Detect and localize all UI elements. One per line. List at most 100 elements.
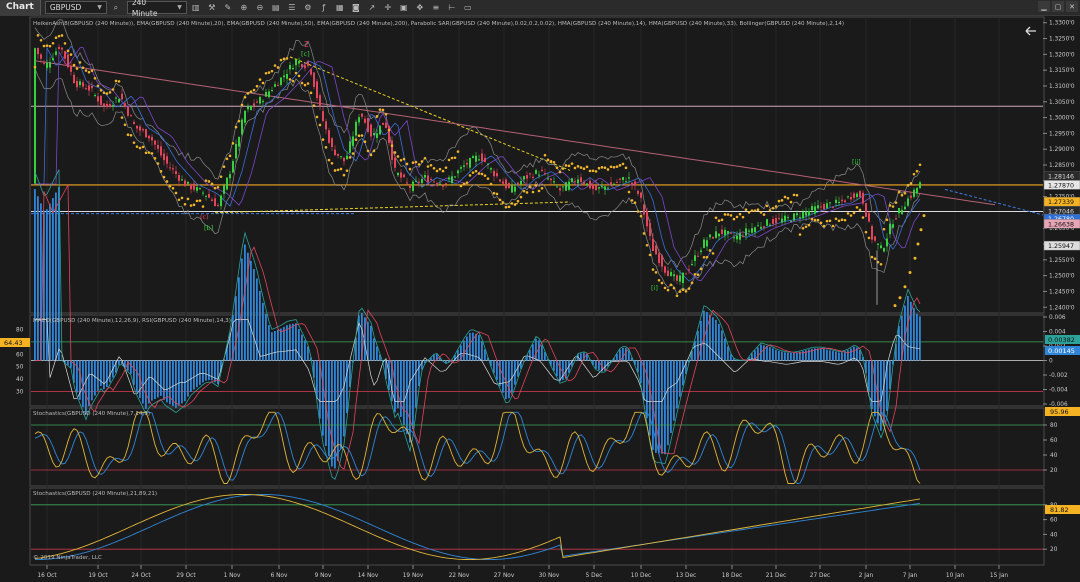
search-icon[interactable]: ⌕ (109, 1, 123, 15)
pan-icon[interactable]: ✥ (413, 1, 427, 15)
zoom-in-icon[interactable]: ⊕ (237, 1, 251, 15)
sar-dot (516, 199, 520, 203)
sar-dot (576, 164, 580, 168)
candle-body (202, 192, 204, 194)
candle-body (808, 211, 810, 216)
sar-dot (768, 209, 772, 212)
candle-body (835, 199, 837, 203)
candle-body (328, 130, 330, 143)
sar-dot (153, 157, 157, 160)
macd-hist-bar (868, 360, 870, 392)
candle-body (916, 187, 918, 194)
candle-body (439, 183, 441, 185)
candle-body (457, 170, 459, 174)
candle-body (46, 62, 48, 68)
sar-dot (741, 215, 745, 219)
stoch1-panel-title: Stochastics(GBPUSD (240 Minute),7,14,3) (33, 411, 150, 417)
candle-body (298, 61, 300, 64)
grid-icon[interactable]: ▦ (333, 1, 347, 15)
candle-body (730, 232, 732, 234)
chart-tab-label[interactable]: Chart (0, 0, 41, 15)
macd-hist-bar (727, 346, 729, 361)
macd-hist-bar (97, 360, 99, 391)
candle-body (469, 158, 471, 168)
sar-dot (723, 213, 727, 216)
sar-dot (360, 134, 364, 137)
draw-icon[interactable]: ⚒ (205, 1, 219, 15)
candle-body (34, 48, 36, 184)
data-box-icon[interactable]: ▣ (397, 1, 411, 15)
time-tick-label: 9 Nov (315, 573, 332, 579)
candle-body (310, 68, 312, 75)
pencil-icon[interactable]: ✎ (221, 1, 235, 15)
sar-dot (870, 255, 874, 259)
indicators-icon[interactable]: ƒ (317, 1, 331, 15)
candle-body (622, 177, 624, 181)
time-tick-label: 14 Nov (358, 573, 379, 579)
macd-hist-bar (244, 244, 246, 361)
candle-body (847, 196, 849, 198)
macd-tick-label: 0.006 (1049, 315, 1066, 321)
macd-hist-bar (772, 348, 774, 361)
candle-body (214, 198, 216, 207)
price-badge-text: 1.28146 (1048, 174, 1074, 181)
sar-dot (318, 123, 322, 127)
macd-hist-bar (679, 360, 681, 397)
back-arrow-icon[interactable] (1025, 26, 1036, 36)
chart-canvas[interactable]: HeikenAshi8(GBPUSD (240 Minute)), EMA(GB… (0, 16, 1080, 582)
candle-body (775, 217, 777, 224)
share-icon[interactable]: ↗ (365, 1, 379, 15)
sar-dot (555, 166, 559, 169)
macd-hist-bar (640, 360, 642, 384)
close-icon[interactable]: ✕ (1066, 1, 1078, 12)
candle-body (265, 91, 267, 97)
macd-hist-bar (286, 325, 288, 361)
sar-dot (696, 273, 700, 277)
list-icon[interactable]: ≡ (429, 1, 443, 15)
price-panel (31, 19, 1044, 308)
candle-body (373, 133, 375, 136)
stoch1-panel (31, 411, 1043, 484)
candle-body (241, 119, 243, 135)
candle-body (751, 228, 753, 233)
macd-hist-bar (85, 360, 87, 415)
zoom-out-icon[interactable]: ⊖ (253, 1, 267, 15)
sar-dot (477, 172, 481, 175)
sar-dot (828, 219, 832, 223)
candle-body (676, 275, 678, 281)
candle-body (607, 187, 609, 189)
calendar-icon[interactable]: ▭ (461, 1, 475, 15)
ruler-icon[interactable]: ⊢ (445, 1, 459, 15)
sar-dot (351, 152, 355, 155)
candle-body (124, 103, 126, 107)
strategy-icon[interactable]: ⚙ (301, 1, 315, 15)
bar-type-icon[interactable]: ▥ (189, 1, 203, 15)
interval-selector[interactable]: 240 Minute ▼ (126, 0, 187, 18)
sar-dot (228, 154, 232, 158)
macd-hist-bar (151, 360, 153, 401)
crosshair-icon[interactable]: ✛ (381, 1, 395, 15)
sar-dot (522, 189, 526, 193)
camera-icon[interactable]: ◙ (349, 1, 363, 15)
instrument-selector[interactable]: GBPUSD ▼ (44, 1, 107, 14)
maximize-icon[interactable]: ▢ (1052, 1, 1064, 12)
chart-trader-icon[interactable]: ▤ (269, 1, 283, 15)
macd-hist-bar (535, 338, 537, 361)
candle-body (55, 51, 57, 55)
macd-hist-bar (919, 316, 921, 361)
minimize-icon[interactable]: ▁ (1038, 1, 1050, 12)
macd-hist-bar (37, 196, 39, 361)
candle-body (514, 186, 516, 192)
macd-hist-bar (418, 360, 420, 387)
macd-hist-bar (190, 360, 192, 393)
sar-dot (282, 57, 286, 61)
sar-dot (630, 199, 634, 202)
candle-body (436, 183, 438, 185)
sar-dot (90, 69, 94, 72)
candle-body (667, 270, 669, 277)
sar-dot (195, 199, 199, 203)
instrument-value: GBPUSD (49, 3, 82, 12)
properties-icon[interactable]: ☰ (285, 1, 299, 15)
candle-body (67, 54, 69, 68)
sar-dot (66, 49, 70, 53)
